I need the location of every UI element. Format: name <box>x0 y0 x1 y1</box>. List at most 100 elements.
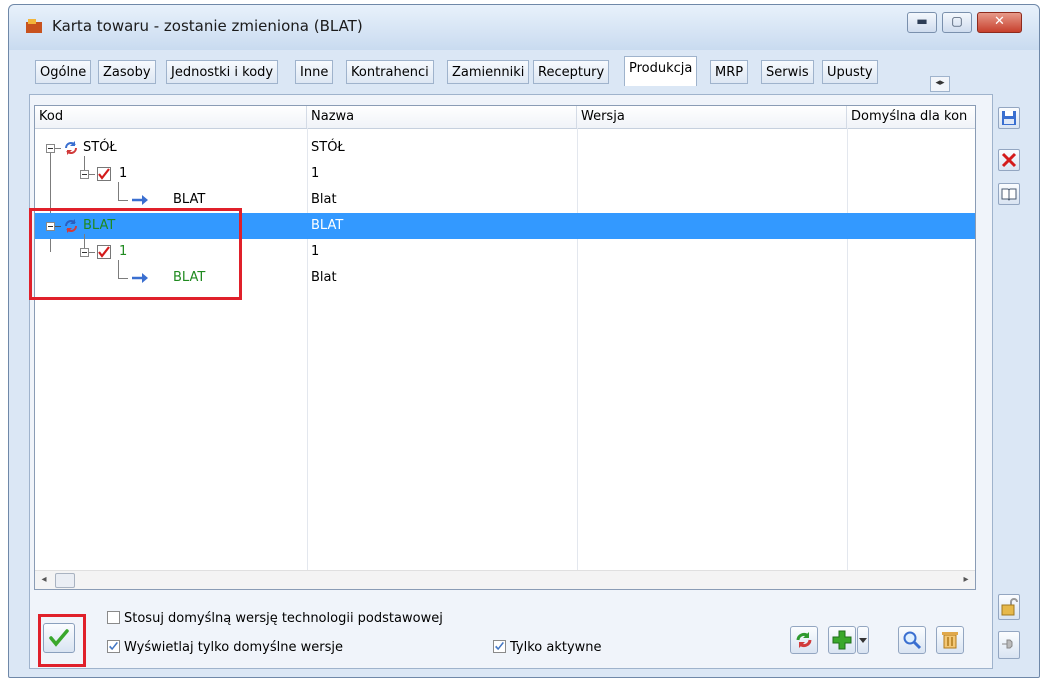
tab-receptury[interactable]: Receptury <box>533 60 610 84</box>
row-nazwa: STÓŁ <box>311 140 345 155</box>
row-nazwa: Blat <box>311 270 337 285</box>
cancel-button[interactable] <box>998 149 1020 171</box>
chevron-down-icon <box>859 638 867 643</box>
tab-zamienniki[interactable]: Zamienniki <box>447 60 530 84</box>
tree-connector <box>55 226 61 227</box>
column-nazwa[interactable]: Nazwa <box>307 106 577 128</box>
scroll-thumb[interactable] <box>55 573 75 588</box>
add-button[interactable] <box>828 626 856 654</box>
add-dropdown-button[interactable] <box>857 626 869 654</box>
add-icon <box>832 630 852 650</box>
maximize-button[interactable]: ▢ <box>942 12 972 33</box>
book-icon <box>1001 188 1017 201</box>
default-tech-checkbox[interactable] <box>107 611 120 624</box>
only-active-label: Tylko aktywne <box>510 640 602 655</box>
row-kod: BLAT <box>81 213 118 239</box>
ok-button[interactable] <box>43 623 75 653</box>
pin-button[interactable] <box>998 631 1020 659</box>
window-title: Karta towaru - zostanie zmieniona (BLAT) <box>52 17 363 35</box>
row-kod: BLAT <box>173 270 206 285</box>
tree-connector <box>84 156 85 170</box>
arrow-right-icon <box>132 195 148 205</box>
cycle-icon <box>65 141 77 155</box>
collapse-toggle[interactable] <box>46 144 55 153</box>
technology-tree-grid[interactable]: Kod Nazwa Wersja Domyślna dla kon STÓŁ S… <box>34 105 976 590</box>
row-nazwa: Blat <box>311 192 337 207</box>
column-wersja[interactable]: Wersja <box>577 106 847 128</box>
tree-connector <box>84 234 85 248</box>
tab-zasoby[interactable]: Zasoby <box>98 60 156 84</box>
scroll-right-icon[interactable]: ▸ <box>957 571 975 589</box>
tab-serwis[interactable]: Serwis <box>761 60 814 84</box>
row-kod: 1 <box>119 166 128 181</box>
tree-row[interactable]: STÓŁ STÓŁ <box>35 135 975 161</box>
title-bar: Karta towaru - zostanie zmieniona (BLAT)… <box>9 5 1039 50</box>
pin-icon <box>1002 639 1013 649</box>
close-button[interactable]: ✕ <box>977 12 1022 33</box>
tab-mrp[interactable]: MRP <box>710 60 749 84</box>
tree-connector <box>118 260 119 278</box>
book-button[interactable] <box>998 183 1020 205</box>
ok-check-icon <box>49 629 69 647</box>
option-only-default[interactable]: Wyświetlaj tylko domyślne wersje <box>107 639 343 657</box>
tab-upusty[interactable]: Upusty <box>822 60 878 84</box>
default-tech-label: Stosuj domyślną wersję technologii podst… <box>124 611 443 626</box>
horizontal-scrollbar[interactable]: ◂ ▸ <box>35 570 975 589</box>
tab-inne[interactable]: Inne <box>295 60 334 84</box>
tree-connector <box>118 278 128 279</box>
tab-kontrahenci[interactable]: Kontrahenci <box>346 60 434 84</box>
row-kod: 1 <box>119 244 128 259</box>
trash-icon <box>942 632 958 649</box>
arrow-right-icon <box>132 273 148 283</box>
row-nazwa: BLAT <box>311 218 344 233</box>
collapse-toggle[interactable] <box>46 222 55 231</box>
minimize-button[interactable]: ▬ <box>907 12 937 33</box>
collapse-toggle[interactable] <box>80 170 89 179</box>
option-only-active[interactable]: Tylko aktywne <box>493 639 602 657</box>
tab-ogolne[interactable]: Ogólne <box>35 60 92 84</box>
column-kod[interactable]: Kod <box>35 106 307 128</box>
column-domyslna[interactable]: Domyślna dla kon <box>847 106 975 128</box>
row-kod: STÓŁ <box>83 140 117 155</box>
option-default-tech[interactable]: Stosuj domyślną wersję technologii podst… <box>107 610 443 628</box>
row-kod: BLAT <box>173 192 206 207</box>
scroll-left-icon[interactable]: ◂ <box>35 571 53 589</box>
close-icon: ✕ <box>994 14 1005 29</box>
cycle-icon <box>65 219 77 233</box>
tree-row[interactable]: 1 1 <box>35 234 975 265</box>
minimize-icon: ▬ <box>916 14 928 28</box>
tree-connector <box>89 174 95 175</box>
refresh-icon <box>796 632 812 648</box>
app-icon <box>26 19 42 33</box>
tab-produkcja[interactable]: Produkcja <box>624 56 698 86</box>
row-nazwa: 1 <box>311 244 320 259</box>
tree-row[interactable]: 1 1 <box>35 156 975 187</box>
search-button[interactable] <box>898 626 926 654</box>
tree-row-selected[interactable]: BLAT BLAT <box>35 213 975 239</box>
lock-button[interactable] <box>998 594 1020 620</box>
delete-icon <box>1001 152 1017 168</box>
tree-connector <box>55 148 61 149</box>
tree-connector <box>118 200 128 201</box>
only-default-label: Wyświetlaj tylko domyślne wersje <box>124 640 343 655</box>
refresh-button[interactable] <box>790 626 818 654</box>
only-active-checkbox[interactable] <box>493 640 506 653</box>
tree-row[interactable]: BLAT Blat <box>35 260 975 291</box>
tree-connector <box>118 182 119 200</box>
tab-jednostki[interactable]: Jednostki i kody <box>166 60 279 84</box>
collapse-toggle[interactable] <box>80 248 89 257</box>
grid-header: Kod Nazwa Wersja Domyślna dla kon <box>35 106 975 129</box>
row-nazwa: 1 <box>311 166 320 181</box>
only-default-checkbox[interactable] <box>107 640 120 653</box>
lock-icon <box>1001 598 1018 616</box>
delete-button[interactable] <box>936 626 964 654</box>
tree-row[interactable]: BLAT Blat <box>35 182 975 213</box>
maximize-icon: ▢ <box>951 14 963 28</box>
tab-scroll-buttons[interactable]: ◂▸ <box>930 76 950 92</box>
search-icon <box>903 631 922 650</box>
check-icon <box>97 167 111 181</box>
save-icon <box>1002 111 1016 125</box>
tree-connector <box>89 252 95 253</box>
save-button[interactable] <box>998 107 1020 129</box>
check-icon <box>97 245 111 259</box>
